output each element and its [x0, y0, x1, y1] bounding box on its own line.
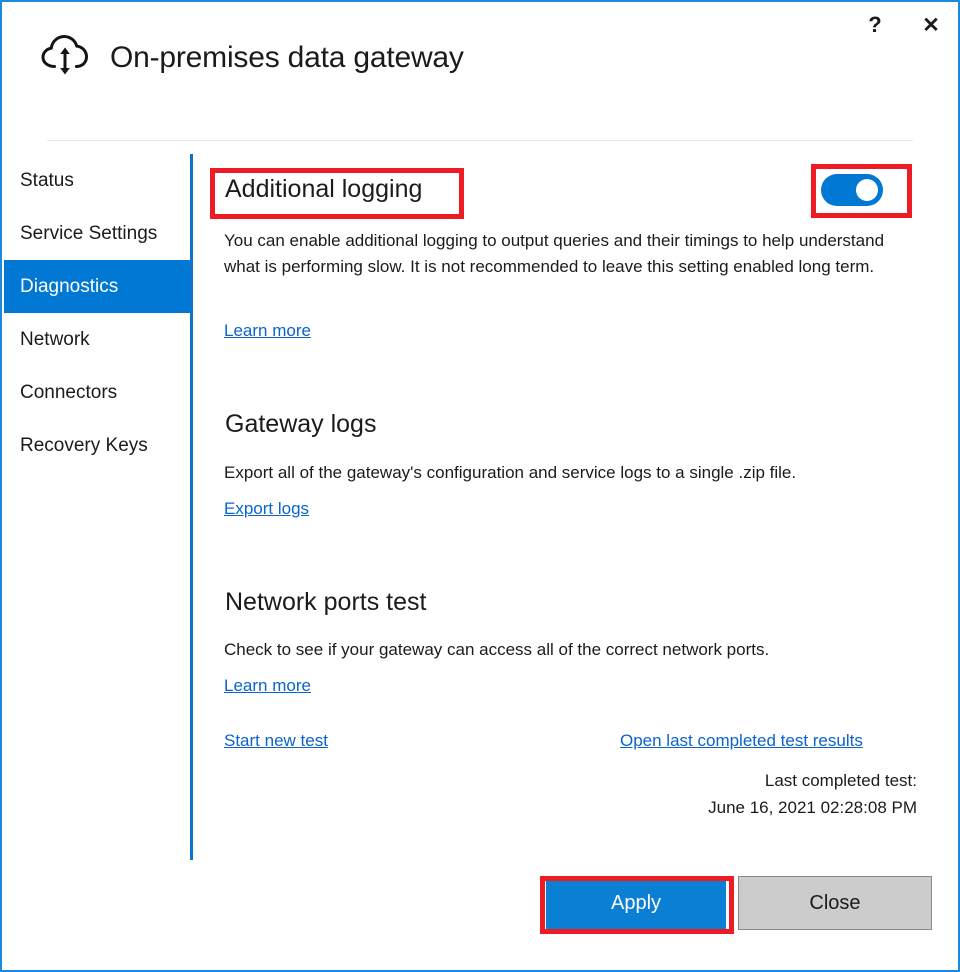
sidebar-divider	[190, 154, 193, 860]
start-new-test-link[interactable]: Start new test	[224, 731, 328, 751]
header-divider	[47, 140, 913, 141]
sidebar-item-service-settings[interactable]: Service Settings	[4, 207, 191, 260]
last-completed-test-info: Last completed test: June 16, 2021 02:28…	[517, 767, 917, 821]
export-logs-link[interactable]: Export logs	[224, 499, 309, 519]
toggle-switch-on-icon[interactable]	[821, 174, 883, 206]
network-ports-test-learn-more-link[interactable]: Learn more	[224, 676, 311, 696]
additional-logging-heading: Additional logging	[225, 175, 422, 204]
sidebar-item-network[interactable]: Network	[4, 313, 191, 366]
sidebar-item-label: Network	[20, 329, 90, 351]
window-titlebar: On-premises data gateway ? ✕	[2, 2, 958, 120]
cloud-upload-download-icon	[40, 32, 90, 83]
additional-logging-description: You can enable additional logging to out…	[224, 228, 916, 280]
sidebar-item-label: Connectors	[20, 382, 117, 404]
additional-logging-toggle-wrap	[821, 174, 883, 211]
open-last-completed-test-results-link[interactable]: Open last completed test results	[620, 731, 863, 751]
apply-button[interactable]: Apply	[546, 876, 726, 930]
app-identity: On-premises data gateway	[40, 32, 464, 83]
gateway-logs-heading: Gateway logs	[225, 410, 376, 439]
help-icon[interactable]: ?	[856, 8, 894, 42]
sidebar-item-label: Diagnostics	[20, 276, 118, 298]
dialog-footer: Apply Close	[2, 860, 958, 970]
sidebar-item-label: Recovery Keys	[20, 435, 148, 457]
additional-logging-learn-more-link[interactable]: Learn more	[224, 321, 311, 341]
close-icon[interactable]: ✕	[912, 8, 950, 42]
sidebar-item-label: Service Settings	[20, 223, 157, 245]
toggle-knob	[856, 179, 878, 201]
sidebar-item-status[interactable]: Status	[4, 154, 191, 207]
gateway-logs-description: Export all of the gateway's configuratio…	[224, 460, 916, 486]
window-controls: ? ✕	[856, 8, 950, 42]
gateway-configuration-window: On-premises data gateway ? ✕ Status Serv…	[0, 0, 960, 972]
close-button[interactable]: Close	[738, 876, 932, 930]
last-completed-test-timestamp: June 16, 2021 02:28:08 PM	[517, 794, 917, 821]
sidebar-item-diagnostics[interactable]: Diagnostics	[4, 260, 191, 313]
page-title: On-premises data gateway	[110, 41, 464, 75]
last-completed-test-caption: Last completed test:	[517, 767, 917, 794]
sidebar-item-connectors[interactable]: Connectors	[4, 366, 191, 419]
sidebar-item-label: Status	[20, 170, 74, 192]
network-ports-test-heading: Network ports test	[225, 588, 426, 617]
network-ports-test-description: Check to see if your gateway can access …	[224, 637, 916, 663]
settings-sidebar: Status Service Settings Diagnostics Netw…	[4, 154, 191, 472]
sidebar-item-recovery-keys[interactable]: Recovery Keys	[4, 419, 191, 472]
